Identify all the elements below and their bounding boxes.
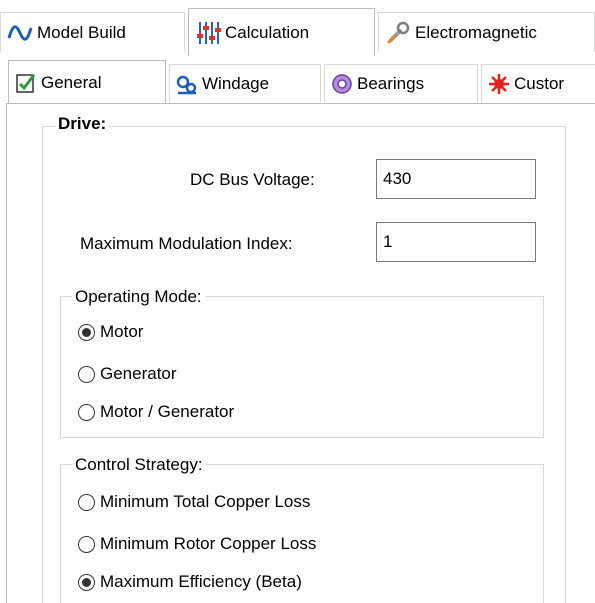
radio-min-total-copper-loss[interactable]: Minimum Total Copper Loss: [78, 492, 310, 512]
radio-button[interactable]: [78, 573, 95, 591]
radio-label: Motor / Generator: [100, 402, 235, 421]
tab-label: General: [41, 72, 102, 92]
tab-general[interactable]: General: [8, 60, 166, 104]
tab-bearings[interactable]: Bearings: [324, 64, 478, 102]
dc-bus-voltage-label: DC Bus Voltage:: [190, 170, 315, 189]
drive-title: Drive:: [55, 114, 110, 134]
tab-label: Model Build: [37, 22, 126, 42]
tab-custom[interactable]: Custor: [481, 64, 595, 102]
max-modulation-index-label: Maximum Modulation Index:: [80, 234, 293, 253]
starburst-icon: [488, 73, 510, 95]
operating-mode-title: Operating Mode:: [72, 287, 205, 307]
dc-bus-voltage-input[interactable]: [376, 159, 536, 199]
radio-label: Minimum Total Copper Loss: [100, 492, 311, 511]
top-tab-bar: Model Build Calculation Electromagnetic: [0, 0, 595, 56]
radio-button[interactable]: [78, 535, 95, 553]
tab-label: Electromagnetic: [415, 22, 537, 42]
radio-min-rotor-copper-loss[interactable]: Minimum Rotor Copper Loss: [78, 534, 316, 554]
tab-label: Calculation: [225, 22, 310, 42]
radio-motor[interactable]: Motor: [78, 322, 143, 342]
tab-model-build[interactable]: Model Build: [0, 12, 185, 52]
tab-calculation[interactable]: Calculation: [188, 8, 375, 56]
radio-generator[interactable]: Generator: [78, 364, 177, 384]
wrench-icon: [385, 20, 411, 46]
sliders-icon: [195, 20, 221, 46]
control-strategy-title: Control Strategy:: [72, 455, 206, 475]
bearing-icon: [331, 73, 353, 95]
tab-windage[interactable]: Windage: [169, 64, 321, 102]
radio-button[interactable]: [78, 493, 95, 511]
tab-label: Custor: [514, 73, 565, 93]
radio-label: Motor: [100, 322, 144, 341]
max-modulation-index-input[interactable]: [376, 222, 536, 262]
radio-button[interactable]: [78, 403, 95, 421]
radio-button[interactable]: [78, 323, 95, 341]
fan-icon: [176, 73, 198, 95]
tab-label: Windage: [202, 73, 270, 93]
notepad-check-icon: [15, 72, 37, 94]
radio-button[interactable]: [78, 365, 95, 383]
radio-max-efficiency-beta[interactable]: Maximum Efficiency (Beta): [78, 572, 302, 592]
radio-label: Minimum Rotor Copper Loss: [100, 534, 317, 553]
radio-label: Maximum Efficiency (Beta): [100, 572, 302, 591]
radio-motor-generator[interactable]: Motor / Generator: [78, 402, 234, 422]
tab-electromagnetic[interactable]: Electromagnetic: [378, 12, 595, 52]
radio-label: Generator: [100, 364, 177, 383]
waveform-icon: [7, 20, 33, 46]
tab-label: Bearings: [357, 73, 425, 93]
